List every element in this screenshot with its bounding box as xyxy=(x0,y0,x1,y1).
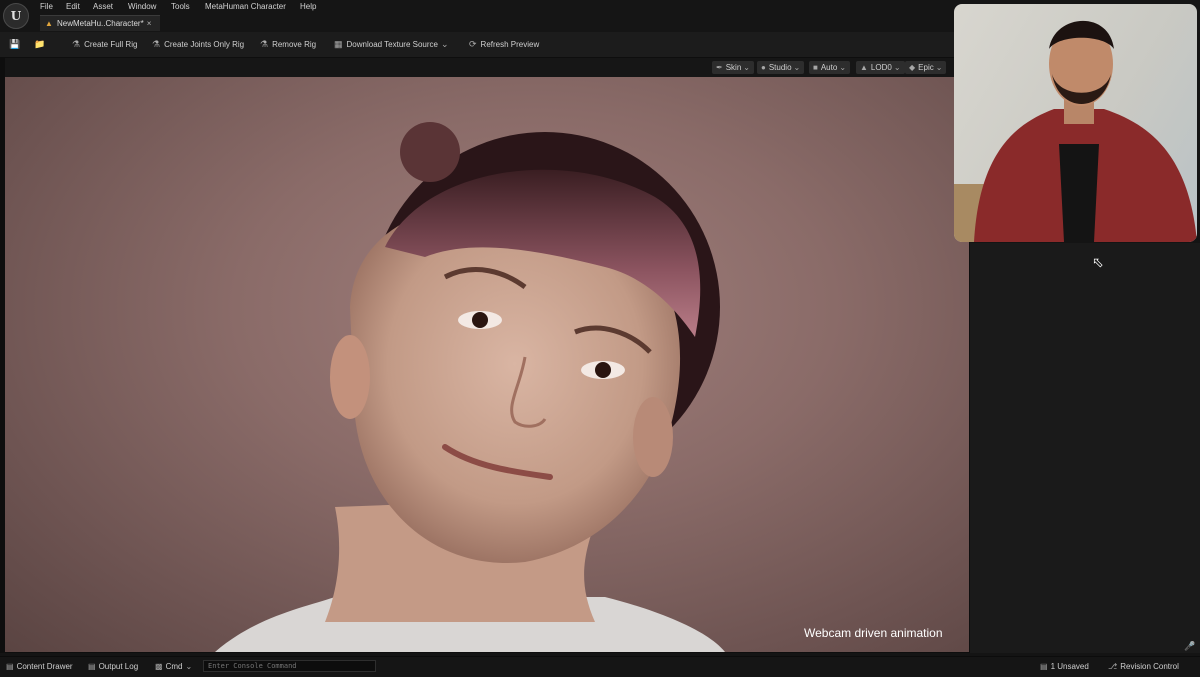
content-drawer-button[interactable]: ▤ Content Drawer xyxy=(6,660,73,673)
chevron-down-icon: ⌄ xyxy=(440,38,449,49)
menu-edit[interactable]: Edit xyxy=(66,2,80,12)
refresh-preview-button[interactable]: ⟳ Refresh Preview xyxy=(469,36,539,52)
refresh-preview-label: Refresh Preview xyxy=(480,39,540,49)
texture-icon: ▦ xyxy=(334,38,343,49)
revision-control-label: Revision Control xyxy=(1120,662,1179,671)
microphone-icon[interactable]: 🎤 xyxy=(1184,641,1195,652)
rig-icon: ⚗ xyxy=(72,38,81,49)
quality-icon: ◆ xyxy=(909,63,916,72)
browse-button[interactable]: 📁 xyxy=(34,36,49,52)
character-viewport[interactable] xyxy=(5,77,969,652)
menu-window[interactable]: Window xyxy=(128,2,156,12)
chevron-down-icon: ⌄ xyxy=(935,63,943,72)
unsaved-button[interactable]: ▤ 1 Unsaved xyxy=(1040,660,1089,673)
menu-metahuman-character[interactable]: MetaHuman Character xyxy=(205,2,286,12)
auto-dropdown[interactable]: ■ Auto ⌄ xyxy=(809,61,851,74)
camera-icon: ■ xyxy=(813,63,818,72)
remove-rig-icon: ⚗ xyxy=(260,38,269,49)
skin-dropdown[interactable]: ✒ Skin ⌄ xyxy=(712,61,754,74)
drawer-icon: ▤ xyxy=(6,662,14,671)
menu-file[interactable]: File xyxy=(40,2,53,12)
auto-label: Auto xyxy=(820,63,838,72)
create-full-rig-label: Create Full Rig xyxy=(84,39,138,49)
cmd-dropdown[interactable]: ▩ Cmd ⌄ xyxy=(155,660,192,673)
revision-control-button[interactable]: ⎇ Revision Control xyxy=(1108,660,1179,673)
document-tab[interactable]: ▲ NewMetaHu..Character* × xyxy=(40,15,160,31)
studio-dropdown[interactable]: ● Studio ⌄ xyxy=(757,61,805,74)
revision-control-icon: ⎇ xyxy=(1108,662,1118,671)
save-button[interactable]: 💾 xyxy=(9,36,24,52)
chevron-down-icon: ⌄ xyxy=(839,63,847,72)
light-icon: ● xyxy=(761,63,766,72)
menu-asset[interactable]: Asset xyxy=(93,2,113,12)
download-texture-source-label: Download Texture Source xyxy=(346,39,438,49)
unreal-logo-icon[interactable]: U xyxy=(3,3,29,29)
lod-icon: ▲ xyxy=(860,63,868,72)
create-joints-only-rig-label: Create Joints Only Rig xyxy=(164,39,245,49)
unsaved-label: 1 Unsaved xyxy=(1050,662,1089,671)
tab-label: NewMetaHu..Character* xyxy=(57,19,144,28)
skin-label: Skin xyxy=(725,63,742,72)
remove-rig-label: Remove Rig xyxy=(272,39,317,49)
details-panel xyxy=(970,243,1200,653)
webcam-feed xyxy=(954,4,1197,242)
mouse-cursor-icon: ⬁ xyxy=(1092,254,1104,270)
menu-help[interactable]: Help xyxy=(300,2,316,12)
character-render xyxy=(215,122,725,652)
log-icon: ▤ xyxy=(88,662,96,671)
console-command-input[interactable] xyxy=(203,660,376,672)
download-texture-source-button[interactable]: ▦ Download Texture Source ⌄ xyxy=(334,36,449,52)
lod-label: LOD0 xyxy=(870,63,892,72)
create-full-rig-button[interactable]: ⚗ Create Full Rig xyxy=(72,36,137,52)
studio-label: Studio xyxy=(768,63,792,72)
chevron-down-icon: ⌄ xyxy=(793,63,801,72)
chevron-down-icon: ⌄ xyxy=(185,662,193,671)
brush-icon: ✒ xyxy=(716,63,723,72)
terminal-icon: ▩ xyxy=(155,662,163,671)
menu-tools[interactable]: Tools xyxy=(171,2,190,12)
output-log-button[interactable]: ▤ Output Log xyxy=(88,660,138,673)
chevron-down-icon: ⌄ xyxy=(743,63,750,72)
webcam-person-image xyxy=(954,20,1197,242)
cmd-label: Cmd xyxy=(165,662,183,671)
tab-close-icon[interactable]: × xyxy=(147,19,152,28)
quality-dropdown[interactable]: ◆ Epic ⌄ xyxy=(905,61,947,74)
overlay-caption: Webcam driven animation xyxy=(804,626,943,640)
character-asset-icon: ▲ xyxy=(45,18,53,28)
unsaved-icon: ▤ xyxy=(1040,662,1048,671)
chevron-down-icon: ⌄ xyxy=(893,63,901,72)
remove-rig-button[interactable]: ⚗ Remove Rig xyxy=(260,36,316,52)
output-log-label: Output Log xyxy=(98,662,139,671)
content-drawer-label: Content Drawer xyxy=(16,662,73,671)
refresh-icon: ⟳ xyxy=(469,38,477,49)
save-icon: 💾 xyxy=(9,38,21,49)
quality-label: Epic xyxy=(918,63,934,72)
lod-dropdown[interactable]: ▲ LOD0 ⌄ xyxy=(856,61,905,74)
folder-icon: 📁 xyxy=(34,38,46,49)
create-joints-only-rig-button[interactable]: ⚗ Create Joints Only Rig xyxy=(152,36,244,52)
joints-icon: ⚗ xyxy=(152,38,161,49)
